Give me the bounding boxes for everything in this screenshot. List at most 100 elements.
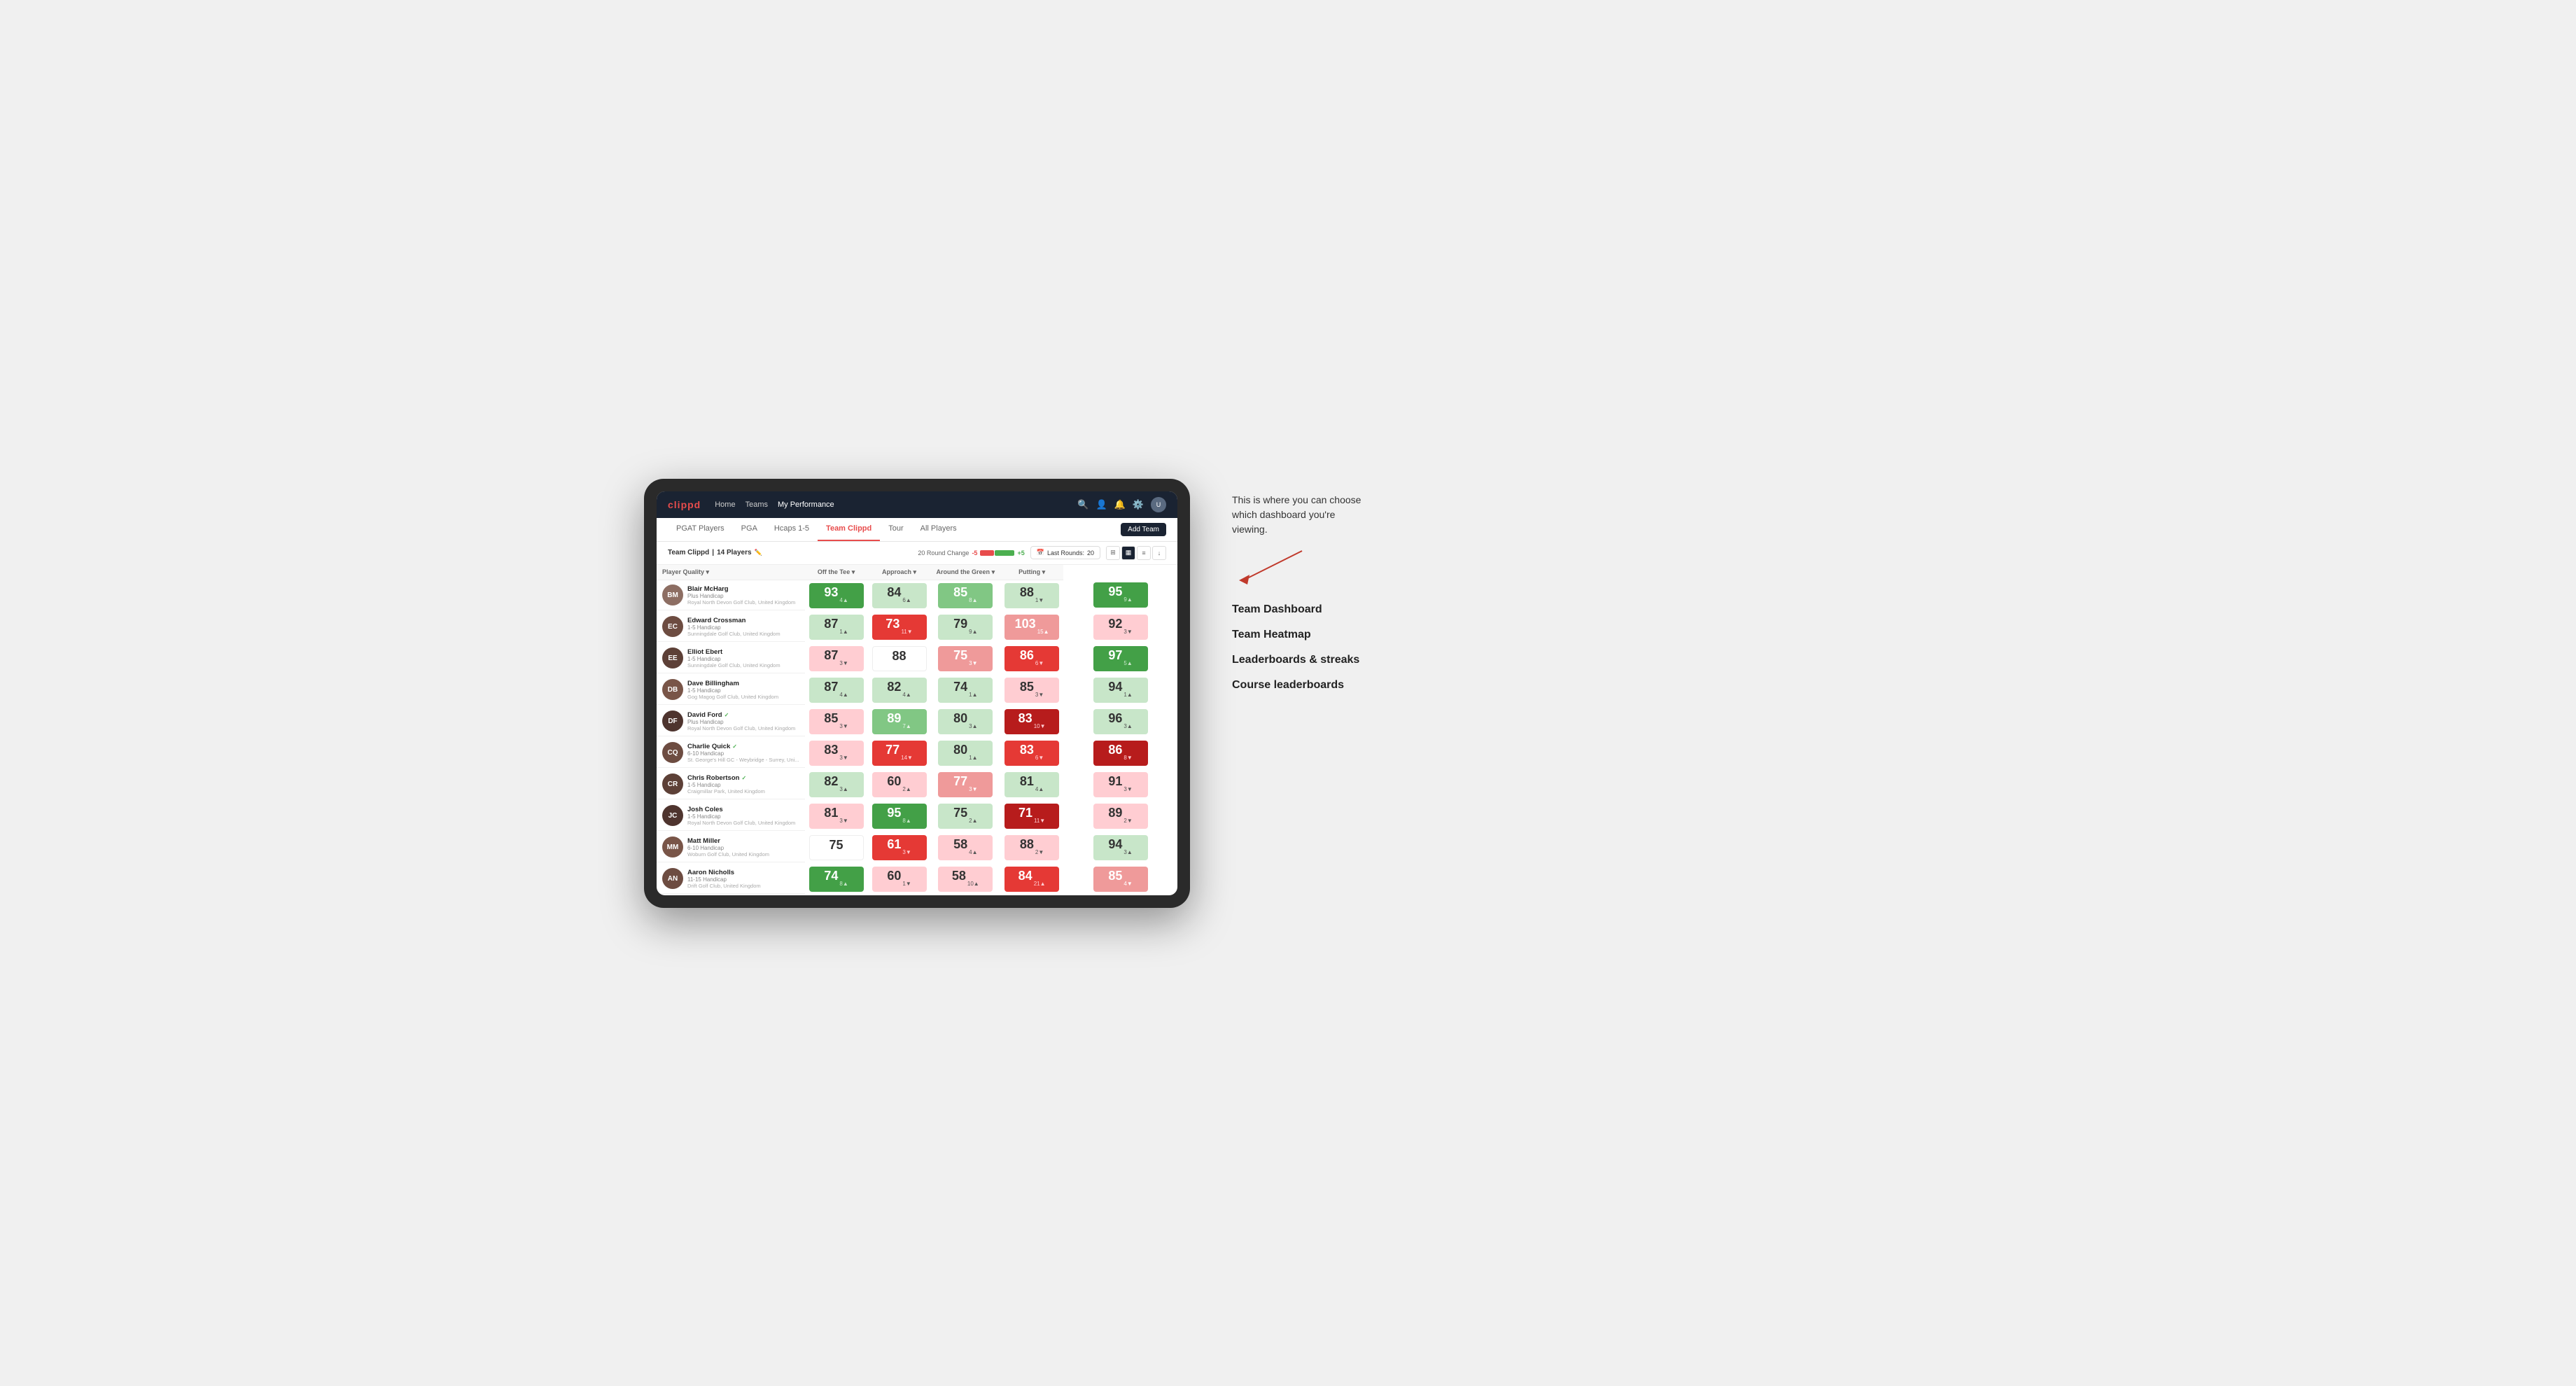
- score-value: 83: [1020, 743, 1034, 756]
- player-avatar: JC: [662, 805, 683, 826]
- nav-teams[interactable]: Teams: [746, 500, 768, 509]
- player-cell-9[interactable]: AN Aaron Nicholls 11-15 Handicap Drift G…: [657, 863, 805, 895]
- score-change: 3▼: [1035, 692, 1044, 698]
- option-course-leaderboards: Course leaderboards: [1232, 679, 1932, 692]
- player-cell-7[interactable]: JC Josh Coles 1-5 Handicap Royal North D…: [657, 800, 805, 832]
- player-handicap: 1-5 Handicap: [687, 624, 799, 631]
- table-row: CQ Charlie Quick ✓ 6-10 Handicap St. Geo…: [657, 737, 1177, 769]
- settings-icon[interactable]: ⚙️: [1133, 499, 1144, 510]
- score-box: 89 2▼: [1093, 804, 1148, 829]
- player-cell-3[interactable]: DB Dave Billingham 1-5 Handicap Gog Mago…: [657, 674, 805, 706]
- add-team-button[interactable]: Add Team: [1121, 523, 1166, 536]
- nav-my-performance[interactable]: My Performance: [778, 500, 834, 509]
- tab-hcaps[interactable]: Hcaps 1-5: [766, 518, 818, 541]
- grid-view-button[interactable]: ⊞: [1106, 546, 1120, 560]
- score-change: 3▼: [839, 818, 848, 824]
- app-logo: clippd: [668, 499, 701, 510]
- tab-all-players[interactable]: All Players: [912, 518, 965, 541]
- col-player-quality[interactable]: Player Quality ▾: [657, 565, 805, 580]
- user-icon[interactable]: 👤: [1096, 499, 1107, 510]
- list-view-button[interactable]: ≡: [1137, 546, 1151, 560]
- player-cell-5[interactable]: CQ Charlie Quick ✓ 6-10 Handicap St. Geo…: [657, 737, 805, 769]
- player-club: St. George's Hill GC - Weybridge - Surre…: [687, 757, 799, 763]
- score-cell-putting: 91 3▼: [1063, 769, 1177, 800]
- score-box: 80 1▲: [938, 741, 993, 766]
- player-club: Sunningdale Golf Club, United Kingdom: [687, 631, 799, 637]
- last-rounds-button[interactable]: 📅 Last Rounds: 20: [1030, 546, 1100, 559]
- col-putting[interactable]: Putting ▾: [1000, 565, 1063, 580]
- tab-tour[interactable]: Tour: [880, 518, 911, 541]
- score-box: 94 3▲: [1093, 835, 1148, 860]
- player-avatar: BM: [662, 584, 683, 606]
- score-value: 77: [886, 743, 899, 756]
- col-approach[interactable]: Approach ▾: [868, 565, 931, 580]
- score-box: 58 4▲: [938, 835, 993, 860]
- nav-home[interactable]: Home: [715, 500, 735, 509]
- last-rounds-value: 20: [1087, 550, 1094, 556]
- player-cell-2[interactable]: EE Elliot Ebert 1-5 Handicap Sunningdale…: [657, 643, 805, 674]
- score-box: 60 2▲: [872, 772, 927, 797]
- score-cell-around_green: 84 21▲: [1000, 863, 1063, 895]
- score-box: 92 3▼: [1093, 615, 1148, 640]
- score-cell-around_green: 85 3▼: [1000, 674, 1063, 706]
- score-change: 1▼: [1035, 598, 1044, 603]
- score-cell-quality: 75: [805, 832, 868, 863]
- score-box: 73 11▼: [872, 615, 927, 640]
- player-avatar: EE: [662, 648, 683, 668]
- score-cell-off_tee: 88: [868, 643, 931, 674]
- table-row: EE Elliot Ebert 1-5 Handicap Sunningdale…: [657, 643, 1177, 674]
- score-change: 3▼: [902, 850, 911, 855]
- tab-team-clippd[interactable]: Team Clippd: [818, 518, 880, 541]
- player-info: Matt Miller 6-10 Handicap Woburn Golf Cl…: [687, 837, 799, 858]
- player-cell-8[interactable]: MM Matt Miller 6-10 Handicap Woburn Golf…: [657, 832, 805, 863]
- verified-icon: ✓: [724, 712, 729, 718]
- score-box: 74 1▲: [938, 678, 993, 703]
- score-cell-quality: 93 4▲: [805, 580, 868, 611]
- player-cell-1[interactable]: EC Edward Crossman 1-5 Handicap Sunningd…: [657, 611, 805, 643]
- player-info: Elliot Ebert 1-5 Handicap Sunningdale Go…: [687, 648, 799, 668]
- score-box: 83 10▼: [1004, 709, 1059, 734]
- score-value: 92: [1108, 617, 1122, 630]
- player-club: Gog Magog Golf Club, United Kingdom: [687, 694, 799, 700]
- bell-icon[interactable]: 🔔: [1114, 499, 1126, 510]
- tab-pgat-players[interactable]: PGAT Players: [668, 518, 733, 541]
- round-change-neg: -5: [972, 550, 977, 556]
- calendar-icon: 📅: [1037, 549, 1044, 556]
- table-row: BM Blair McHarg Plus Handicap Royal Nort…: [657, 580, 1177, 611]
- score-value: 85: [953, 586, 967, 598]
- score-change: 2▼: [1124, 818, 1132, 824]
- tab-pga[interactable]: PGA: [733, 518, 766, 541]
- sub-header: Team Clippd | 14 Players ✏️ 20 Round Cha…: [657, 542, 1177, 565]
- player-cell-0[interactable]: BM Blair McHarg Plus Handicap Royal Nort…: [657, 580, 805, 611]
- user-avatar[interactable]: U: [1151, 497, 1166, 512]
- edit-icon[interactable]: ✏️: [755, 549, 762, 556]
- player-name: Aaron Nicholls: [687, 869, 799, 876]
- score-change: 2▲: [969, 818, 977, 824]
- player-avatar: AN: [662, 868, 683, 889]
- score-change: 11▼: [1034, 818, 1045, 824]
- heatmap-view-button[interactable]: ▦: [1121, 546, 1135, 560]
- verified-icon: ✓: [732, 743, 737, 750]
- player-cell-4[interactable]: DF David Ford ✓ Plus Handicap Royal Nort…: [657, 706, 805, 737]
- score-change: 4▲: [839, 692, 848, 698]
- col-off-tee[interactable]: Off the Tee ▾: [805, 565, 868, 580]
- col-around-green[interactable]: Around the Green ▾: [931, 565, 1001, 580]
- change-bar-neg: [980, 550, 994, 556]
- team-name: Team Clippd: [668, 549, 709, 556]
- score-box: 88 1▼: [1004, 583, 1059, 608]
- score-box: 97 5▲: [1093, 646, 1148, 671]
- score-box: 88: [872, 646, 927, 671]
- player-avatar: DF: [662, 710, 683, 732]
- option-team-dashboard: Team Dashboard: [1232, 603, 1932, 616]
- score-change: 15▲: [1037, 629, 1049, 635]
- player-cell-6[interactable]: CR Chris Robertson ✓ 1-5 Handicap Craigm…: [657, 769, 805, 800]
- score-box: 89 7▲: [872, 709, 927, 734]
- search-icon[interactable]: 🔍: [1077, 499, 1088, 510]
- score-cell-off_tee: 82 4▲: [868, 674, 931, 706]
- score-cell-putting: 89 2▼: [1063, 800, 1177, 832]
- score-box: 95 9▲: [1093, 582, 1148, 608]
- score-value: 74: [824, 869, 838, 882]
- score-cell-quality: 82 3▲: [805, 769, 868, 800]
- export-button[interactable]: ↓: [1152, 546, 1166, 560]
- score-change: 3▼: [839, 755, 848, 761]
